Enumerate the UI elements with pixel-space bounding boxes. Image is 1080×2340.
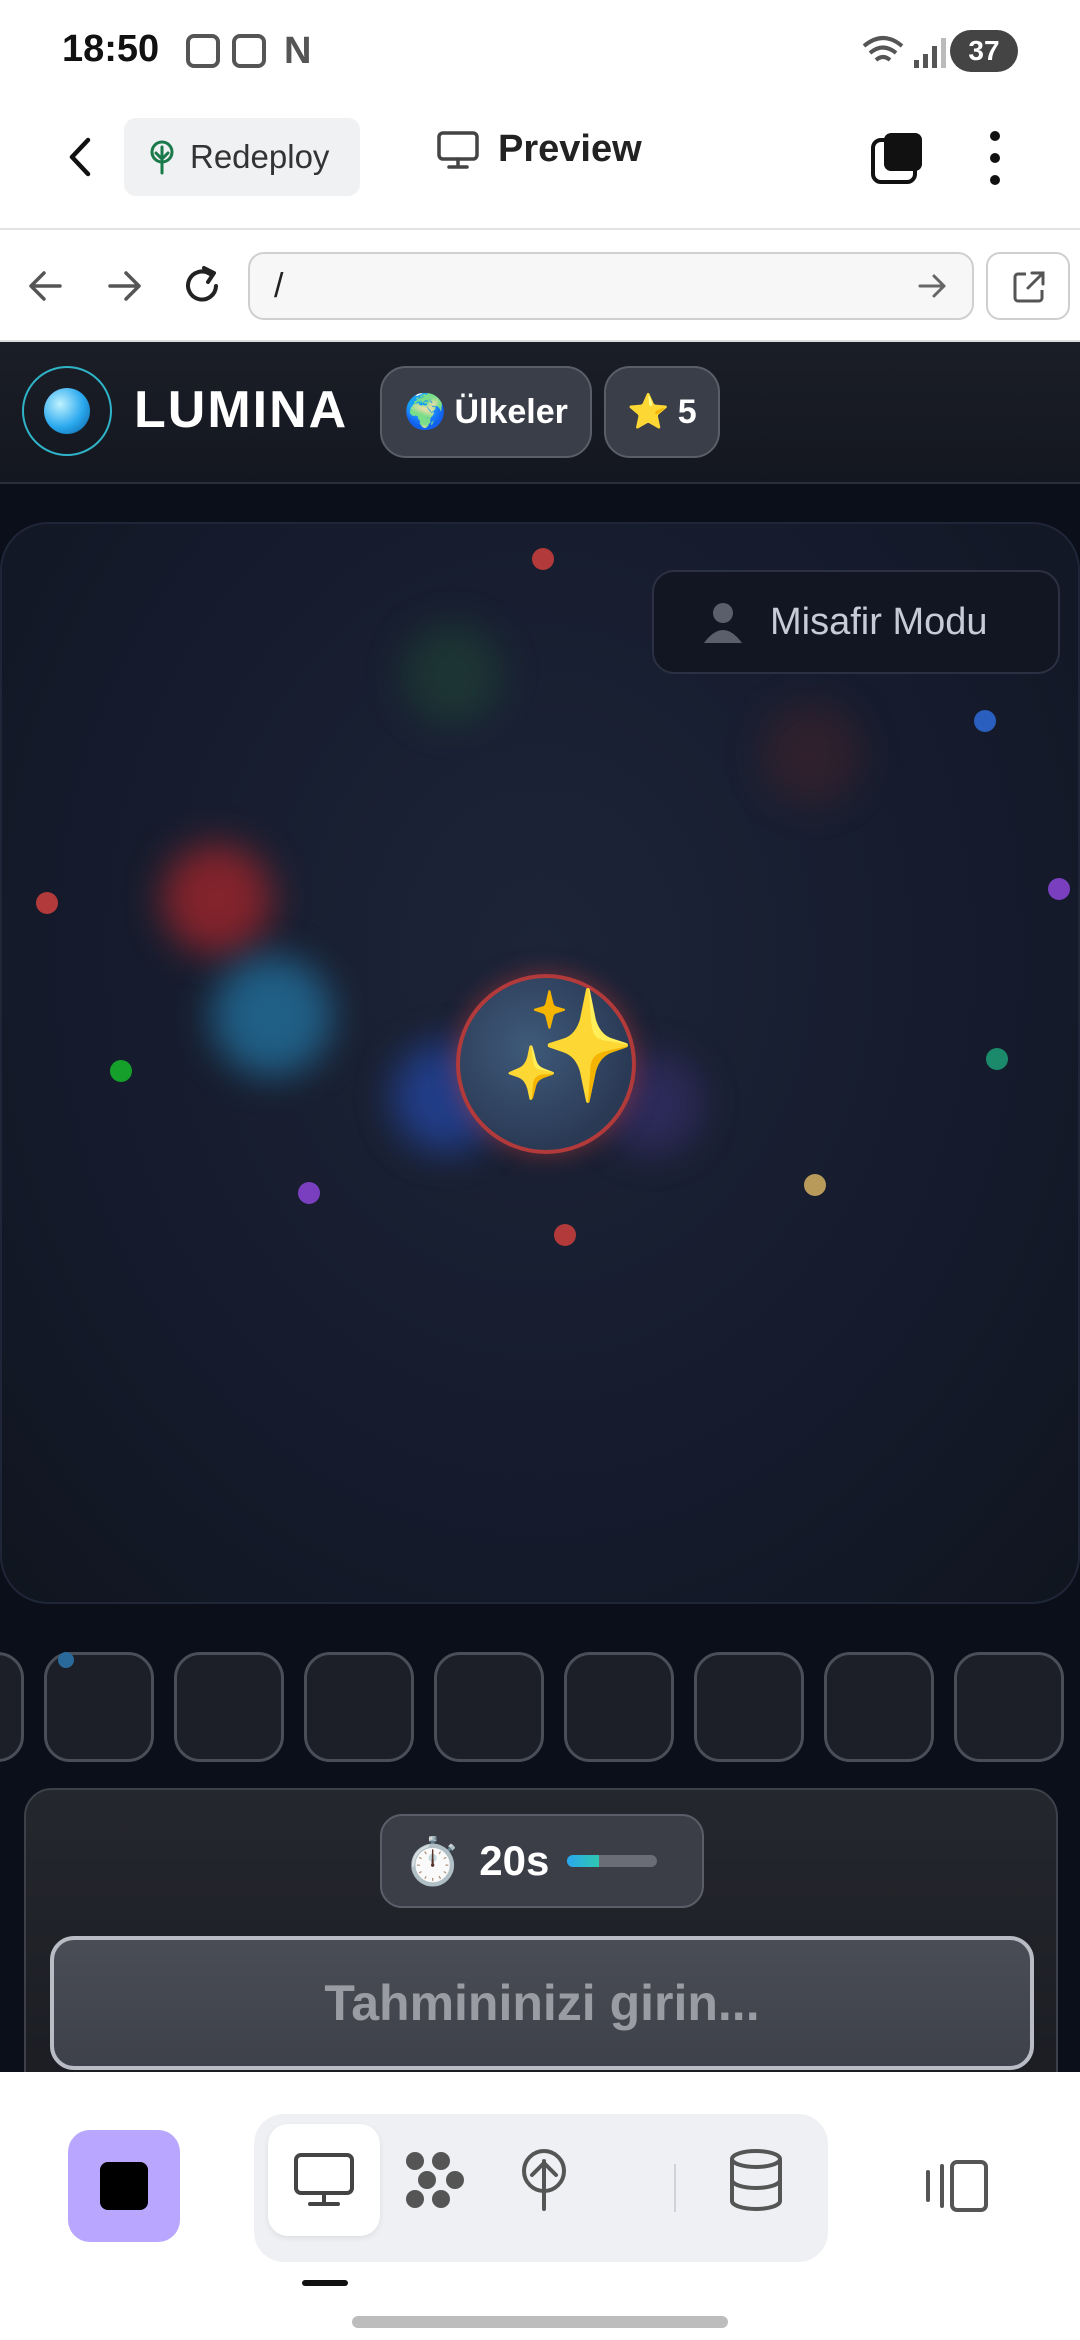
signal-icon [914, 38, 946, 68]
stopwatch-icon: ⏱️ [404, 1834, 462, 1887]
letter-slot [824, 1652, 934, 1762]
stars-counter: ⭐ 5 [604, 366, 720, 458]
category-button[interactable]: 🌍 Ülkeler [380, 366, 592, 458]
deploy-tree-icon [150, 140, 174, 175]
app-bar: Redeploy Preview [0, 100, 1080, 230]
particle-dot [298, 1182, 320, 1204]
open-external-button[interactable] [986, 252, 1070, 320]
reload-icon[interactable] [174, 258, 230, 314]
timer-badge: ⏱️ 20s [380, 1814, 704, 1908]
divider [674, 2164, 676, 2212]
guest-mode-badge: Misafir Modu [652, 570, 1060, 674]
blurred-glow [162, 844, 272, 954]
url-input[interactable]: / [248, 252, 974, 320]
guest-mode-label: Misafir Modu [770, 600, 988, 643]
user-silhouette-icon [704, 603, 742, 643]
monitor-icon [294, 2153, 354, 2206]
guess-input[interactable]: Tahmininizi girin... [50, 1936, 1034, 2070]
screenshot-icon [232, 34, 266, 68]
letter-slot [434, 1652, 544, 1762]
go-arrow-icon[interactable] [914, 268, 950, 304]
stars-count: 5 [677, 392, 697, 431]
status-time: 18:50 [62, 28, 160, 70]
globe-icon: 🌍 [404, 393, 447, 431]
blurred-glow [402, 624, 502, 724]
particle-dot [554, 1224, 576, 1246]
home-indicator [352, 2316, 728, 2328]
answer-panel: ⏱️ 20s Tahmininizi girin... [24, 1788, 1058, 2072]
sparkles-icon: ✨ [500, 985, 637, 1108]
tabs-icon[interactable] [870, 130, 926, 186]
stop-button[interactable] [68, 2130, 180, 2242]
letter-slot [954, 1652, 1064, 1762]
health-icon [186, 34, 220, 68]
particle-dot [1048, 878, 1070, 900]
preview-label: Preview [498, 128, 642, 170]
app-logo-text: LUMINA [134, 381, 349, 439]
letter-slot [174, 1652, 284, 1762]
blurred-glow [212, 956, 332, 1076]
preview-tab[interactable]: Preview [436, 128, 642, 171]
deploy-tool-button[interactable] [488, 2124, 600, 2236]
more-options-icon[interactable] [980, 126, 1010, 190]
category-label: Ülkeler [454, 392, 568, 431]
tool-group [254, 2114, 828, 2262]
particle-dot [58, 1652, 74, 1668]
database-icon [730, 2149, 782, 2211]
particle-dot [110, 1060, 132, 1082]
device-layout-icon[interactable] [922, 2158, 990, 2214]
external-link-icon [1013, 271, 1045, 303]
letter-slot [694, 1652, 804, 1762]
nav-back-icon[interactable] [18, 258, 74, 314]
particle-dot [974, 710, 996, 732]
game-header: LUMINA 🌍 Ülkeler ⭐ 5 [0, 342, 1080, 484]
particle-dot [532, 548, 554, 570]
nav-forward-icon[interactable] [96, 258, 152, 314]
letter-slot [564, 1652, 674, 1762]
database-tool-button[interactable] [700, 2124, 812, 2236]
timer-label: 20s [479, 1837, 550, 1884]
logo-orb-icon [22, 366, 112, 456]
integrations-tool-button[interactable] [378, 2124, 490, 2236]
netflix-icon: N [284, 30, 312, 72]
blurred-glow [762, 704, 862, 804]
game-screen: LUMINA 🌍 Ülkeler ⭐ 5 Misafir Modu ✨ ⏱️ 2… [0, 342, 1080, 2072]
browser-toolbar: / [0, 230, 1080, 342]
particle-dot [36, 892, 58, 914]
bottom-toolbar [0, 2072, 1080, 2340]
letter-slot [44, 1652, 154, 1762]
monitor-icon [437, 130, 479, 169]
stop-icon [100, 2162, 148, 2210]
particle-dot [804, 1174, 826, 1196]
particle-dot [986, 1048, 1008, 1070]
preview-tool-button[interactable] [268, 2124, 380, 2236]
timer-progress [567, 1855, 658, 1867]
status-bar: 18:50 N 37 [0, 0, 1080, 100]
redeploy-button[interactable]: Redeploy [124, 118, 360, 196]
active-tab-indicator [302, 2280, 348, 2286]
nodes-icon [406, 2152, 464, 2208]
star-icon: ⭐ [627, 393, 670, 431]
letter-slot [304, 1652, 414, 1762]
redeploy-label: Redeploy [190, 138, 330, 175]
wifi-icon [862, 36, 904, 62]
timer-progress-fill [567, 1855, 599, 1867]
url-text: / [274, 267, 284, 305]
battery-indicator: 37 [950, 30, 1018, 72]
deploy-tree-icon [522, 2149, 566, 2211]
letter-slot [0, 1652, 24, 1762]
back-button[interactable] [56, 132, 106, 182]
